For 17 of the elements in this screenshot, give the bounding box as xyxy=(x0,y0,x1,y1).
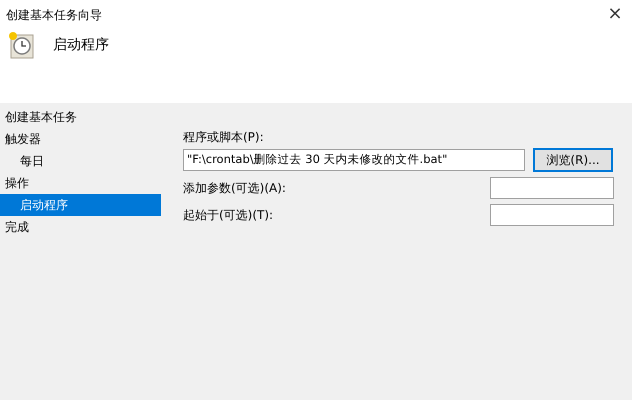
browse-button[interactable]: 浏览(R)... xyxy=(533,148,613,172)
step-item[interactable]: 触发器 xyxy=(0,128,161,150)
step-item[interactable]: 创建基本任务 xyxy=(0,106,161,128)
window-title: 创建基本任务向导 xyxy=(5,7,102,24)
input-field[interactable] xyxy=(490,204,614,226)
clock-icon xyxy=(7,30,35,60)
close-button[interactable]: × xyxy=(600,2,630,26)
step-item[interactable]: 完成 xyxy=(0,216,161,238)
step-item[interactable]: 每日 xyxy=(0,150,161,172)
field-label: 起始于(可选)(T): xyxy=(183,207,274,224)
step-item[interactable]: 启动程序 xyxy=(0,194,161,216)
field-label: 添加参数(可选)(A): xyxy=(183,180,286,197)
input-field[interactable] xyxy=(490,177,614,199)
program-label: 程序或脚本(P): xyxy=(183,129,265,146)
program-field[interactable]: "F:\crontab\删除过去 30 天内未修改的文件.bat" xyxy=(183,149,525,171)
page-heading: 启动程序 xyxy=(53,36,109,54)
step-item[interactable]: 操作 xyxy=(0,172,161,194)
